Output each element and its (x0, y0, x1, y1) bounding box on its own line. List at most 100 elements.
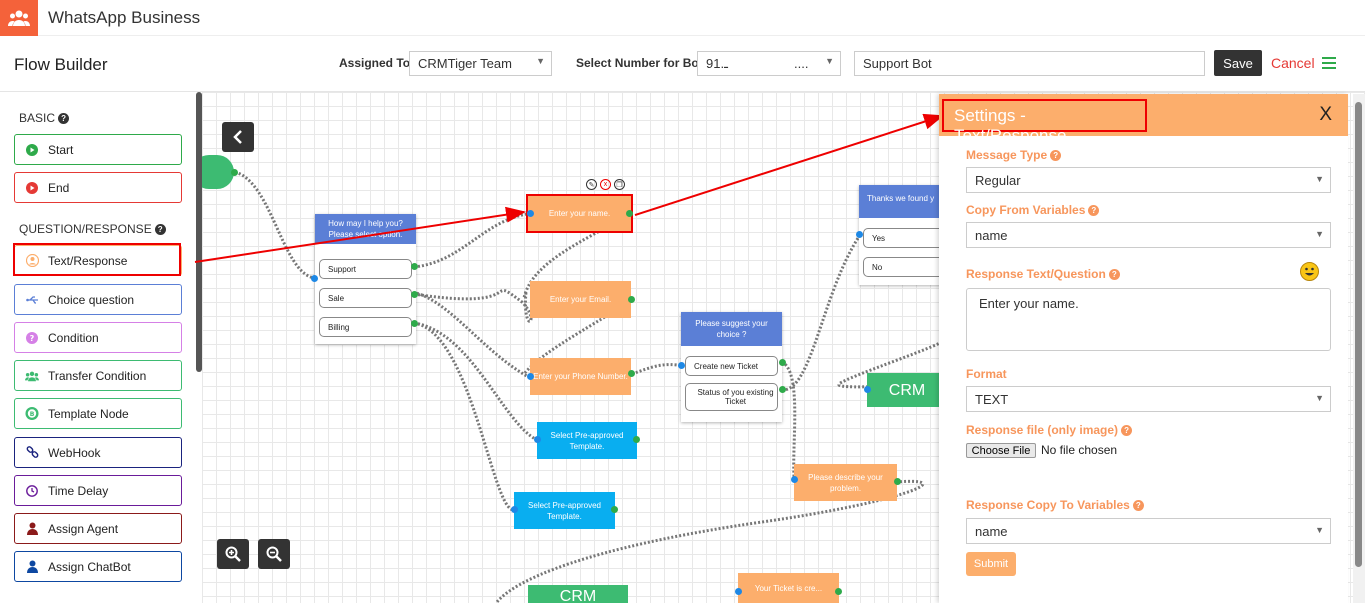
assigned-to-select[interactable]: CRMTiger Team ▼ (409, 51, 552, 76)
copy-icon[interactable]: ❐ (614, 179, 625, 190)
zoom-in-button[interactable] (217, 539, 249, 569)
select-number-select[interactable]: 91.ـ .... ▼ (697, 51, 841, 76)
connector-dot[interactable] (628, 296, 635, 303)
copy-to-value: name (975, 524, 1008, 539)
sidebar-node-label: Condition (48, 330, 99, 345)
option-ticket-status[interactable]: Status of you existing Ticket (685, 383, 778, 411)
bot-name-input[interactable]: Support Bot (854, 51, 1205, 76)
chevron-down-icon: ▼ (1315, 525, 1324, 535)
copy-from-select[interactable]: name ▼ (966, 222, 1331, 248)
connector-dot[interactable] (511, 506, 518, 513)
connector-dot[interactable] (779, 359, 786, 366)
connector-dot[interactable] (626, 210, 633, 217)
cancel-button[interactable]: Cancel (1271, 55, 1315, 71)
sidebar-node-label: Time Delay (48, 483, 109, 498)
found-choice-node[interactable]: Thanks we found y Yes No (859, 185, 956, 285)
message-type-label-text: Message Type (966, 148, 1048, 162)
option-create-ticket[interactable]: Create new Ticket (685, 356, 778, 376)
format-select[interactable]: TEXT ▼ (966, 386, 1331, 412)
copy-to-select[interactable]: name ▼ (966, 518, 1331, 544)
connector-dot[interactable] (311, 275, 318, 282)
choose-file-button[interactable]: Choose File (966, 443, 1036, 458)
link-icon (25, 446, 39, 460)
close-button[interactable]: X (1319, 104, 1332, 126)
copy-to-label-text: Response Copy To Variables (966, 498, 1130, 512)
zoom-out-button[interactable] (258, 539, 290, 569)
connector-dot[interactable] (779, 386, 786, 393)
delete-icon[interactable]: x (600, 179, 611, 190)
connector-dot[interactable] (735, 588, 742, 595)
sidebar-node-label: Start (48, 142, 74, 157)
clock-icon (25, 484, 39, 498)
menu-choice-node[interactable]: How may I help you? Please select option… (315, 214, 416, 344)
help-icon[interactable]: ? (1108, 269, 1120, 280)
ticket-created-node[interactable]: Your Ticket is cre... (738, 573, 839, 603)
help-icon[interactable]: ? (1088, 205, 1100, 216)
panel-scrollbar[interactable] (1353, 94, 1365, 603)
svg-text:B: B (30, 411, 35, 418)
sidebar-node-start[interactable]: Start (14, 134, 182, 165)
sidebar-node-transfer-condition[interactable]: Transfer Condition (14, 360, 182, 391)
option-sale[interactable]: Sale (319, 288, 412, 308)
connector-dot[interactable] (835, 588, 842, 595)
app-logo[interactable] (0, 0, 38, 36)
select-number-suffix: .... (794, 56, 809, 71)
sidebar-node-webhook[interactable]: WebHook (14, 437, 182, 468)
crm-node-1[interactable]: CRM (867, 373, 947, 407)
collapse-sidebar-button[interactable] (222, 122, 254, 152)
connector-dot[interactable] (628, 370, 635, 377)
edit-icon[interactable]: ✎ (586, 179, 597, 190)
option-billing[interactable]: Billing (319, 317, 412, 337)
node-actions: ✎ x ❐ (586, 179, 625, 190)
connector-dot[interactable] (527, 210, 534, 217)
scrollbar-thumb[interactable] (1355, 102, 1362, 567)
sidebar-node-assign-chatbot[interactable]: Assign ChatBot (14, 551, 182, 582)
connector-dot[interactable] (411, 263, 418, 270)
save-button[interactable]: Save (1214, 50, 1262, 76)
connector-dot[interactable] (527, 373, 534, 380)
connector-dot[interactable] (678, 362, 685, 369)
assigned-to-label: Assigned To (339, 56, 411, 70)
help-icon[interactable]: ? (154, 224, 166, 235)
play-icon (25, 143, 39, 157)
message-type-select[interactable]: Regular ▼ (966, 167, 1331, 193)
sidebar-node-end[interactable]: End (14, 172, 182, 203)
connector-dot[interactable] (231, 169, 238, 176)
submit-button[interactable]: Submit (966, 552, 1016, 576)
help-icon[interactable]: ? (1132, 500, 1144, 511)
connector-dot[interactable] (894, 478, 901, 485)
response-text-label: Response Text/Question? (966, 267, 1120, 281)
preapproved-template-node-2[interactable]: Select Pre-approved Template. (514, 492, 615, 529)
highlight-box (526, 194, 633, 233)
describe-problem-node[interactable]: Please describe your problem. (794, 464, 897, 501)
connector-dot[interactable] (791, 476, 798, 483)
emoji-picker-icon[interactable] (1300, 262, 1319, 281)
help-icon[interactable]: ? (1050, 150, 1062, 161)
connector-dot[interactable] (534, 436, 541, 443)
enter-email-node[interactable]: Enter your Email. (530, 281, 631, 318)
response-text-area[interactable]: Enter your name. (966, 288, 1331, 351)
connector-dot[interactable] (856, 231, 863, 238)
crm-node-2[interactable]: CRM (528, 585, 628, 603)
no-file-label: No file chosen (1041, 443, 1118, 457)
page-title: Flow Builder (14, 55, 108, 74)
sidebar-node-time-delay[interactable]: Time Delay (14, 475, 182, 506)
sidebar-node-assign-agent[interactable]: Assign Agent (14, 513, 182, 544)
option-support[interactable]: Support (319, 259, 412, 279)
hamburger-menu-icon[interactable] (1322, 57, 1336, 69)
enter-phone-node[interactable]: Enter your Phone Number. (530, 358, 631, 395)
help-icon[interactable]: ? (1121, 425, 1133, 436)
suggest-choice-node[interactable]: Please suggest your choice ? Create new … (681, 312, 782, 422)
sidebar-node-template-node[interactable]: B Template Node (14, 398, 182, 429)
connector-dot[interactable] (411, 291, 418, 298)
sidebar-node-choice-question[interactable]: Choice question (14, 284, 182, 315)
connector-dot[interactable] (411, 320, 418, 327)
help-icon[interactable]: ? (58, 113, 70, 124)
connector-dot[interactable] (864, 386, 871, 393)
panel-header: Settings - Text/Response X (939, 94, 1348, 145)
template-icon: B (25, 406, 39, 421)
connector-dot[interactable] (611, 506, 618, 513)
sidebar-node-condition[interactable]: ? Condition (14, 322, 182, 353)
connector-dot[interactable] (633, 436, 640, 443)
preapproved-template-node-1[interactable]: Select Pre-approved Template. (537, 422, 637, 459)
